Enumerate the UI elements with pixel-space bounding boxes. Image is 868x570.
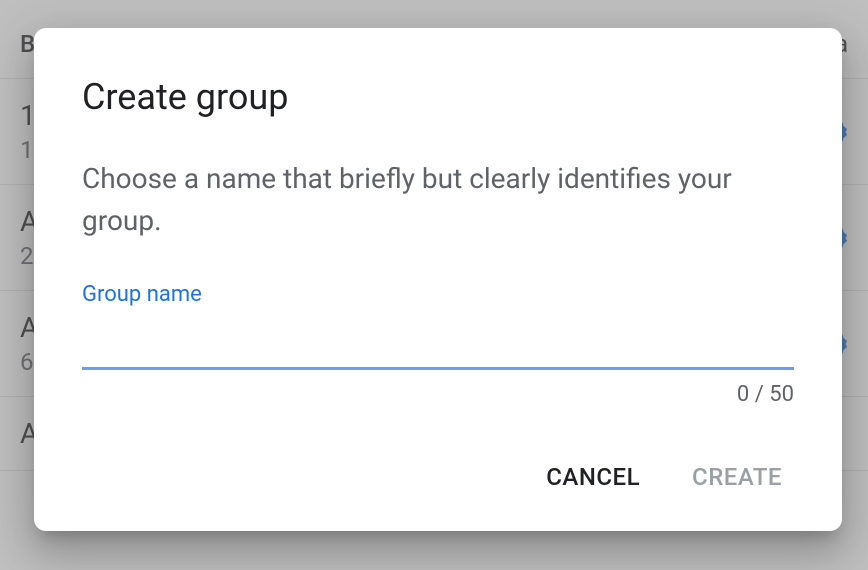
character-counter: 0 / 50 <box>82 382 794 407</box>
dialog-title: Create group <box>82 76 794 118</box>
group-name-input[interactable] <box>82 315 794 370</box>
cancel-button[interactable]: CANCEL <box>534 455 652 499</box>
create-group-dialog: Create group Choose a name that briefly … <box>34 28 842 531</box>
dialog-description: Choose a name that briefly but clearly i… <box>82 158 794 242</box>
input-label: Group name <box>82 282 794 307</box>
group-name-field: Group name <box>82 282 794 370</box>
create-button[interactable]: CREATE <box>680 455 794 499</box>
dialog-actions: CANCEL CREATE <box>82 455 794 499</box>
